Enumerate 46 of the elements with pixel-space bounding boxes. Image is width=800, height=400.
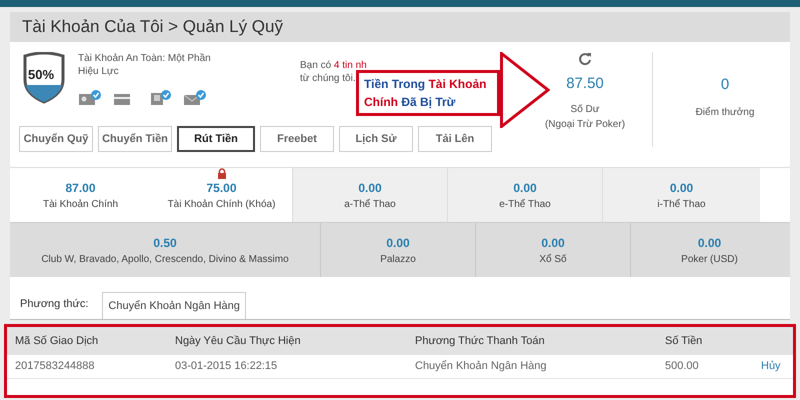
balance-amount: 87.50 [566,74,604,94]
table-cell-text: 500.00 [665,359,700,374]
tab[interactable]: Chuyển Quỹ [19,126,93,152]
wallet-amount: 0.00 [513,180,537,196]
page-title: Tài Khoản Của Tôi > Quản Lý Quỹ [10,12,790,42]
wallet-name: Palazzo [380,252,416,266]
balance-note: (Ngoại Trừ Poker) [544,118,626,132]
wallet-name: Poker (USD) [681,252,738,266]
tab[interactable]: Rút Tiền [177,126,255,152]
wallet-name: Club W, Bravado, Apollo, Crescendo, Divino & Massimo [41,252,289,266]
balance-label: Số Dư [570,102,600,116]
wallet-name: Xổ Số [539,252,567,266]
tab[interactable]: Freebet [260,126,334,152]
wallet-name: i-Thể Thao [657,198,706,212]
wallet-amount: 0.00 [541,234,565,252]
wallet-name: e-Thể Thao [499,198,551,212]
table-cell-text: Chuyển Khoản Ngân Hàng [415,359,548,374]
tab[interactable]: Chuyển Tiền [98,126,172,152]
column-header: Phương Thức Thanh Toán [415,334,546,349]
refresh-icon[interactable] [578,52,592,66]
security-percent: 50% [28,66,54,84]
wallet-name: Tài Khoản Chính [42,198,118,212]
wallet-amount: 0.00 [386,234,410,252]
column-header: Mã Số Giao Dịch [15,334,100,349]
wallet-amount: 87.00 [65,180,96,196]
method-label: Phương thức: [20,296,88,312]
cancel-link[interactable]: Hủy [755,358,781,375]
security-status: Tài Khoản An Toàn: Một Phần Hiệu Lực [78,52,212,78]
wallet-amount: 75.00 [206,180,237,196]
annotation-callout: Tiền Trong Tài Khoản Chính Đã Bị Trừ [356,70,500,116]
tab[interactable]: Tải Lên [418,126,492,152]
wallet-amount: 0.00 [670,180,694,196]
wallet-amount: 0.50 [153,234,177,252]
security-shield-icon [22,52,66,104]
method-tab[interactable]: Chuyển Khoản Ngân Hàng [102,292,246,319]
table-cell-text: 2017583244888 [15,359,96,374]
points-label: Điểm thưởng [696,106,754,120]
table-cell-text: 03-01-2015 16:22:15 [175,359,278,374]
column-header: Ngày Yêu Cầu Thực Hiện [175,334,302,349]
wallet-name: a-Thể Thao [344,198,396,212]
column-header: Số Tiền [665,334,704,349]
wallet-amount: 0.00 [358,180,382,196]
tab[interactable]: Lịch Sử [339,126,413,152]
wallet-name: Tài Khoản Chính (Khóa) [168,198,276,212]
wallet-amount: 0.00 [698,234,722,252]
points-value: 0 [720,75,730,95]
